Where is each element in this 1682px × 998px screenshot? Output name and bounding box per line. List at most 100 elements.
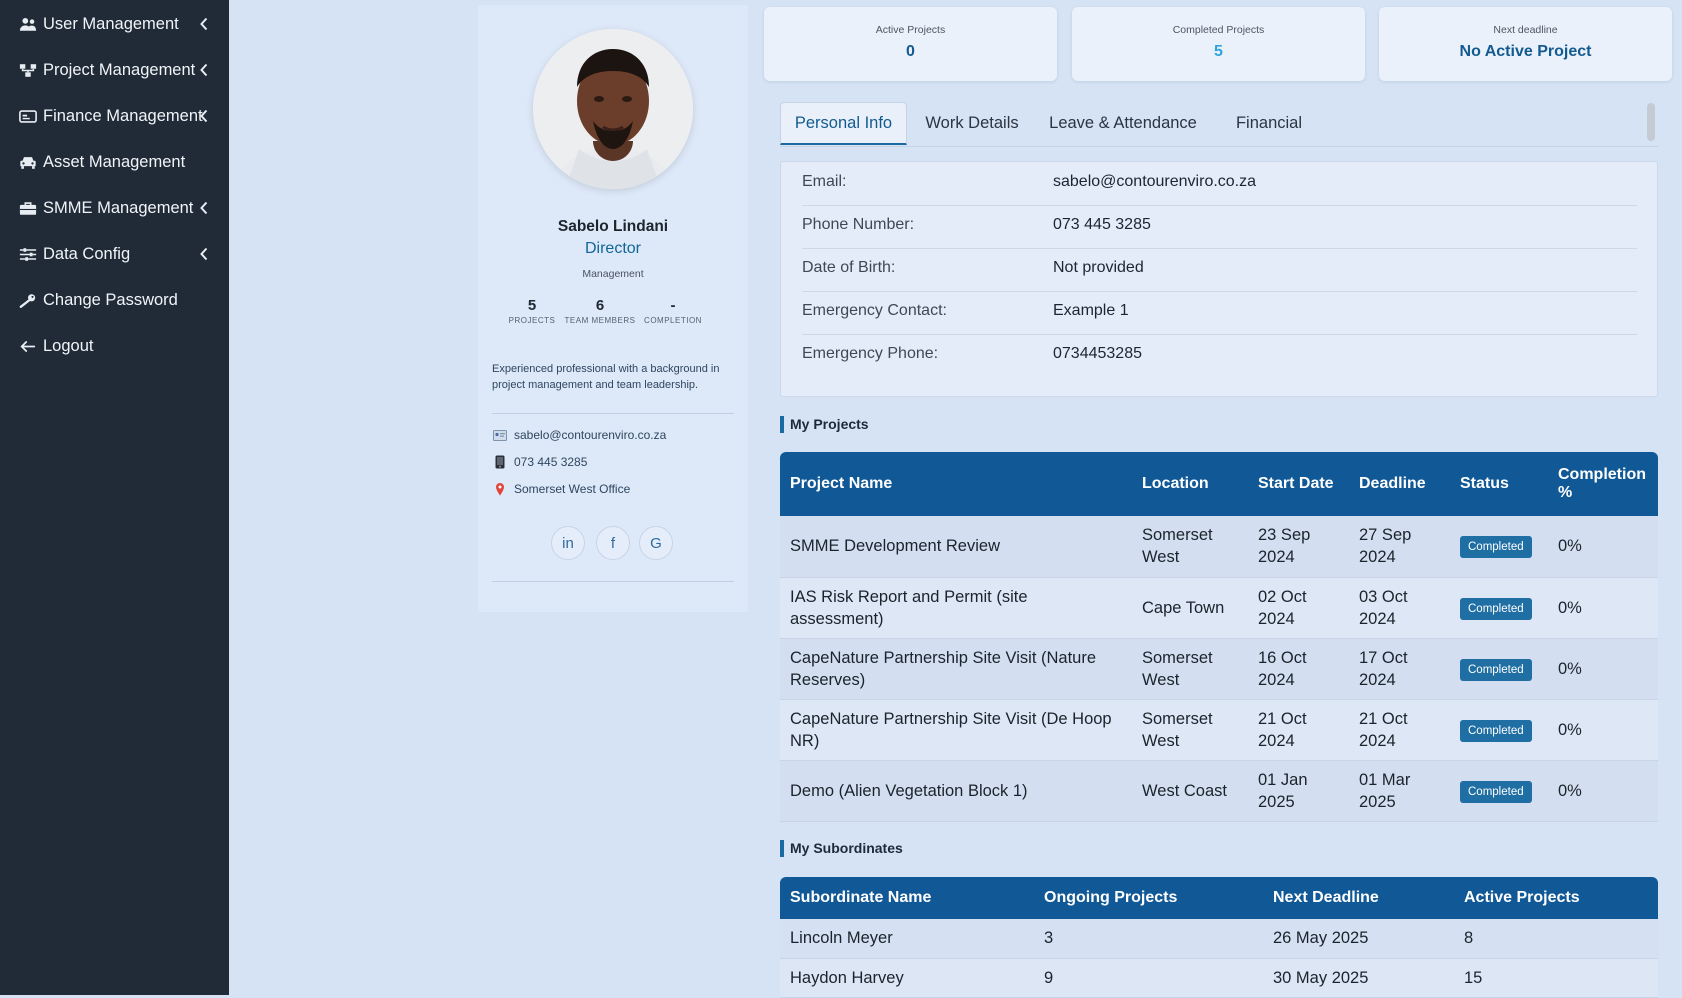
subordinate-next-deadline: 30 May 2025 [1273,968,1369,987]
project-location: West Coast [1142,781,1227,800]
facebook-icon: f [610,534,616,552]
avatar [533,29,693,189]
phone-icon [492,455,508,469]
project-location: Somerset West [1142,526,1213,567]
chevron-left-icon [200,17,208,31]
project-start-date: 21 Oct 2024 [1258,709,1307,750]
contact-email[interactable]: sabelo@contourenviro.co.za [492,428,666,442]
project-start-date: 01 Jan 2025 [1258,770,1308,811]
sidebar-item-change-password[interactable]: Change Password [0,280,229,320]
tab-work-details[interactable]: Work Details [912,102,1032,145]
table-row[interactable]: IAS Risk Report and Permit (site assessm… [780,577,1658,638]
contact-phone[interactable]: 073 445 3285 [492,455,587,469]
sitemap-icon [18,62,37,79]
stat-value: 6 [595,297,605,314]
linkedin-button[interactable]: in [551,526,585,560]
stat-label: COMPLETION [644,316,702,325]
table-row[interactable]: SMME Development Review Somerset West 23… [780,516,1658,577]
project-deadline: 01 Mar 2025 [1359,770,1411,811]
subordinate-ongoing: 3 [1044,929,1054,948]
contact-email-text: sabelo@contourenviro.co.za [514,428,667,442]
info-value: sabelo@contourenviro.co.za [1053,173,1257,190]
chevron-left-icon [200,109,208,123]
project-status-cell: Completed [1450,577,1548,638]
sidebar-item-label: Finance Management [43,106,203,125]
project-completion: 0% [1558,781,1582,800]
info-row-phone: Phone Number: 073 445 3285 [802,205,1637,249]
table-row[interactable]: Lincoln Meyer 3 26 May 2025 8 [780,919,1658,958]
sidebar-item-label: Asset Management [43,152,186,171]
column-header[interactable]: Start Date [1248,452,1349,516]
my-projects-title: My Projects [780,416,869,433]
column-header[interactable]: Location [1132,452,1248,516]
info-key: Phone Number: [802,216,915,233]
status-badge: Completed [1460,780,1532,803]
table-header-row: Project Name Location Start Date Deadlin… [780,452,1658,516]
column-header[interactable]: Project Name [780,452,1132,516]
completed-projects-card: Completed Projects 5 [1072,7,1365,81]
column-header[interactable]: Completion % [1548,452,1658,516]
tab-financial[interactable]: Financial [1214,102,1324,145]
stat-label: TEAM MEMBERS [564,316,636,325]
subordinate-active: 15 [1464,968,1483,987]
project-location: Somerset West [1142,709,1213,750]
subordinate-next-deadline: 26 May 2025 [1273,929,1369,948]
tab-personal-info[interactable]: Personal Info [780,102,907,145]
project-deadline: 21 Oct 2024 [1359,709,1408,750]
project-start-date: 16 Oct 2024 [1258,648,1307,689]
info-key: Emergency Phone: [802,345,939,362]
project-status-cell: Completed [1450,699,1548,760]
info-value: Not provided [1053,259,1144,276]
contact-office: Somerset West Office [492,482,630,496]
sidebar-item-logout[interactable]: Logout [0,326,229,366]
subordinate-name: Lincoln Meyer [790,929,893,948]
project-completion: 0% [1558,598,1582,617]
tab-leave-attendance[interactable]: Leave & Attendance [1038,102,1208,145]
project-name: CapeNature Partnership Site Visit (Natur… [790,648,1097,689]
column-header[interactable]: Ongoing Projects [1034,877,1263,919]
google-icon: G [650,534,662,552]
info-value: 073 445 3285 [1053,216,1151,233]
sidebar-item-data-config[interactable]: Data Config [0,234,229,274]
column-header[interactable]: Active Projects [1454,877,1658,919]
project-name: CapeNature Partnership Site Visit (De Ho… [790,709,1112,750]
project-location: Cape Town [1142,598,1225,617]
tabs-scrollbar[interactable] [1647,103,1655,141]
subordinate-name: Haydon Harvey [790,968,904,987]
table-row[interactable]: Demo (Alien Vegetation Block 1) West Coa… [780,760,1658,821]
chevron-left-icon [200,247,208,261]
table-row[interactable]: CapeNature Partnership Site Visit (De Ho… [780,699,1658,760]
info-key: Email: [802,173,847,190]
chevron-left-icon [200,201,208,215]
completed-projects-value: 5 [1214,43,1223,60]
google-button[interactable]: G [639,526,673,560]
stat-label: PROJECTS [508,316,556,325]
sidebar-item-finance-management[interactable]: Finance Management [0,96,229,136]
column-header[interactable]: Deadline [1349,452,1450,516]
status-badge: Completed [1460,719,1532,742]
sidebar-item-label: Logout [43,336,94,355]
profile-bio: Experienced professional with a backgrou… [492,363,720,391]
sliders-icon [18,246,37,263]
project-name: SMME Development Review [790,537,1000,556]
sidebar-item-project-management[interactable]: Project Management [0,50,229,90]
sidebar-item-label: Change Password [43,290,178,309]
column-header[interactable]: Subordinate Name [780,877,1034,919]
facebook-button[interactable]: f [596,526,630,560]
active-projects-card: Active Projects 0 [764,7,1057,81]
briefcase-icon [18,200,37,217]
info-value: Example 1 [1053,302,1129,319]
column-header[interactable]: Next Deadline [1263,877,1454,919]
divider [492,581,734,582]
sidebar-item-user-management[interactable]: User Management [0,4,229,44]
project-status-cell: Completed [1450,638,1548,699]
column-header[interactable]: Status [1450,452,1548,516]
active-projects-value: 0 [906,43,915,60]
profile-role: Director [584,240,641,257]
sidebar-item-smme-management[interactable]: SMME Management [0,188,229,228]
table-row[interactable]: CapeNature Partnership Site Visit (Natur… [780,638,1658,699]
sidebar-item-asset-management[interactable]: Asset Management [0,142,229,182]
profile-department: Management [582,268,644,280]
table-row[interactable]: Haydon Harvey 9 30 May 2025 15 [780,958,1658,997]
money-card-icon [18,108,37,125]
